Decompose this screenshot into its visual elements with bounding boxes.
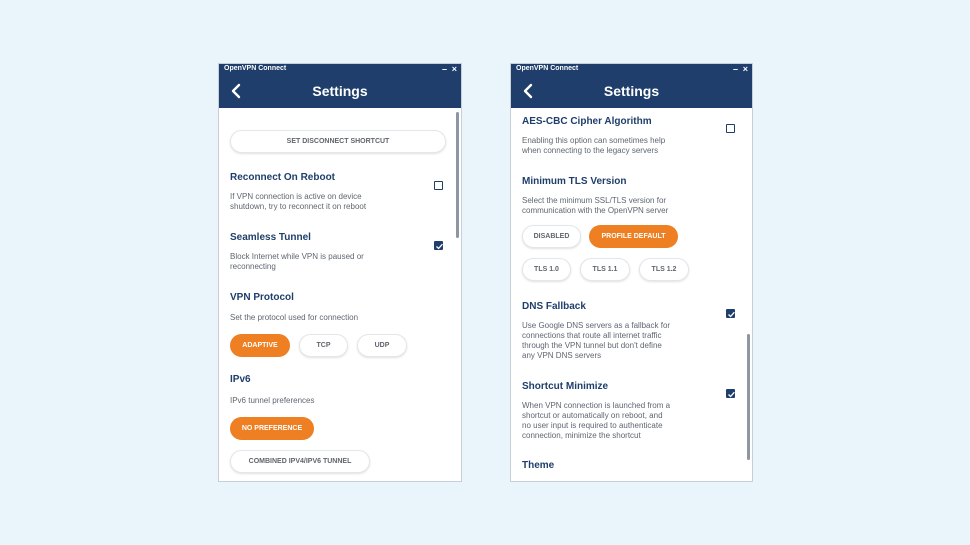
seamless-tunnel-desc: Block Internet while VPN is paused or re… — [230, 252, 364, 271]
protocol-tcp-button[interactable]: TCP — [299, 334, 348, 357]
settings-window-left: OpenVPN Connect – × Settings SET DISCONN… — [218, 63, 462, 482]
ipv6-title: IPv6 — [230, 374, 251, 385]
shortcut-minimize-checkbox[interactable] — [726, 389, 735, 398]
dns-fallback-desc: Use Google DNS servers as a fallback for… — [522, 321, 671, 360]
settings-header: Settings — [219, 74, 461, 108]
protocol-adaptive-button[interactable]: ADAPTIVE — [230, 334, 290, 357]
vpn-protocol-desc: Set the protocol used for connection — [230, 313, 359, 322]
tls-profile-default-button[interactable]: PROFILE DEFAULT — [589, 225, 678, 248]
ipv6-no-preference-button[interactable]: NO PREFERENCE — [230, 417, 314, 440]
protocol-udp-button[interactable]: UDP — [357, 334, 407, 357]
reconnect-on-reboot-desc: If VPN connection is active on device sh… — [230, 192, 367, 211]
theme-title: Theme — [522, 460, 555, 471]
app-title: OpenVPN Connect — [516, 65, 579, 72]
checkmark-icon — [728, 391, 735, 398]
close-icon[interactable]: × — [452, 64, 457, 74]
aes-cbc-title: AES-CBC Cipher Algorithm — [522, 116, 652, 127]
page-title: Settings — [603, 83, 660, 99]
settings-header: Settings — [511, 74, 752, 108]
reconnect-on-reboot-checkbox[interactable] — [434, 181, 443, 190]
tls-1-2-button[interactable]: TLS 1.2 — [639, 258, 689, 281]
seamless-tunnel-title: Seamless Tunnel — [230, 232, 311, 243]
page-title: Settings — [312, 83, 368, 99]
aes-cbc-desc: Enabling this option can sometimes help … — [522, 136, 666, 155]
title-bar: OpenVPN Connect – × — [511, 64, 752, 74]
minimize-icon[interactable]: – — [442, 64, 447, 74]
settings-window-right: OpenVPN Connect – × Settings AES-CBC Cip… — [510, 63, 753, 482]
seamless-tunnel-checkbox[interactable] — [434, 241, 443, 250]
minimize-icon[interactable]: – — [733, 64, 738, 74]
tls-1-0-button[interactable]: TLS 1.0 — [522, 258, 571, 281]
tls-disabled-button[interactable]: DISABLED — [522, 225, 581, 248]
vpn-protocol-title: VPN Protocol — [230, 292, 294, 303]
dns-fallback-checkbox[interactable] — [726, 309, 735, 318]
aes-cbc-checkbox[interactable] — [726, 124, 735, 133]
dns-fallback-title: DNS Fallback — [522, 301, 586, 312]
ipv6-combined-tunnel-button[interactable]: COMBINED IPV4/IPV6 TUNNEL — [230, 450, 370, 473]
checkmark-icon — [436, 243, 443, 250]
min-tls-desc: Select the minimum SSL/TLS version for c… — [522, 196, 669, 215]
scrollbar[interactable] — [456, 112, 459, 238]
settings-list: SET DISCONNECT SHORTCUT Reconnect On Reb… — [219, 108, 461, 481]
chevron-left-icon[interactable] — [229, 83, 243, 99]
settings-list: AES-CBC Cipher Algorithm Enabling this o… — [511, 108, 752, 481]
ipv6-desc: IPv6 tunnel preferences — [230, 396, 315, 405]
app-title: OpenVPN Connect — [224, 65, 287, 72]
shortcut-minimize-desc: When VPN connection is launched from a s… — [522, 401, 671, 440]
shortcut-minimize-title: Shortcut Minimize — [522, 381, 609, 392]
close-icon[interactable]: × — [743, 64, 748, 74]
checkmark-icon — [728, 311, 735, 318]
scrollbar[interactable] — [747, 334, 750, 460]
chevron-left-icon[interactable] — [521, 83, 535, 99]
tls-1-1-button[interactable]: TLS 1.1 — [580, 258, 630, 281]
title-bar: OpenVPN Connect – × — [219, 64, 461, 74]
reconnect-on-reboot-title: Reconnect On Reboot — [230, 172, 336, 183]
min-tls-title: Minimum TLS Version — [522, 176, 627, 187]
set-disconnect-shortcut-button[interactable]: SET DISCONNECT SHORTCUT — [230, 130, 446, 153]
